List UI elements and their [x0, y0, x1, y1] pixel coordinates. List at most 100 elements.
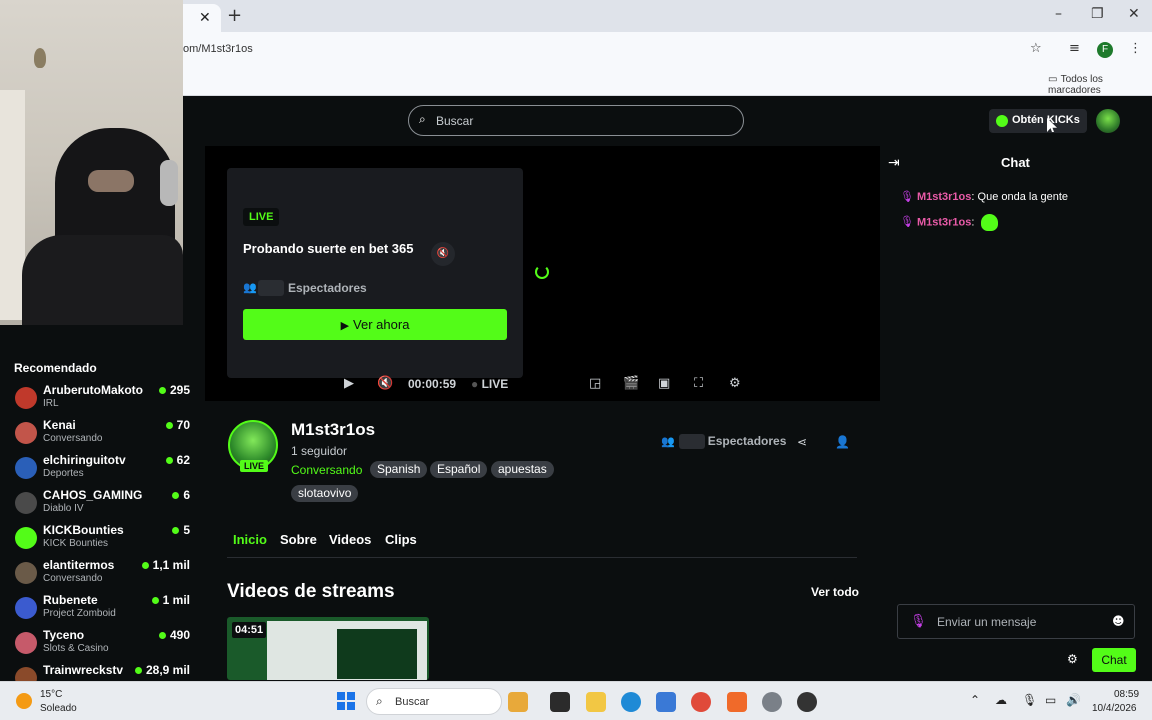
channel-avatar: [15, 387, 37, 409]
widgets-app-icon[interactable]: [508, 692, 528, 712]
watch-now-button[interactable]: ▶ Ver ahora: [243, 309, 507, 340]
tag-spanish[interactable]: Spanish: [370, 461, 428, 478]
weather-temperature[interactable]: 15°C: [40, 689, 62, 700]
collapse-chat-icon[interactable]: ⇥: [888, 155, 900, 171]
channel-avatar: [15, 492, 37, 514]
edge-browser-icon[interactable]: [621, 692, 641, 712]
taskbar-search[interactable]: ⌕ Buscar: [366, 688, 502, 715]
sidebar-channel-item[interactable]: CAHOS_GAMING Diablo IV 6: [0, 486, 200, 521]
tab-clips[interactable]: Clips: [385, 532, 417, 547]
clip-icon[interactable]: 🎬: [623, 376, 639, 391]
channel-name: KICKBounties: [43, 523, 124, 537]
volume-icon[interactable]: 🔊: [1066, 693, 1081, 707]
tray-overflow-icon[interactable]: ⌃: [970, 693, 980, 707]
file-explorer-icon[interactable]: [586, 692, 606, 712]
tag-slotaovivo[interactable]: slotaovivo: [291, 485, 359, 502]
loading-spinner: [535, 265, 549, 279]
live-dot-icon: [158, 632, 166, 639]
channel-avatar: [15, 632, 37, 654]
offline-preview-card: LIVE Probando suerte en bet 365 🔇 👥 Espe…: [227, 168, 523, 378]
site-header: ⌕ Buscar Obtén KICKs: [183, 97, 1152, 145]
mic-badge-icon: 🎙: [900, 190, 914, 203]
task-view-icon[interactable]: [550, 692, 570, 712]
view-all-link[interactable]: Ver todo: [811, 585, 859, 599]
chat-title: Chat: [1001, 155, 1030, 170]
channel-name: Rubenete: [43, 593, 98, 607]
sidebar-channel-item[interactable]: Tyceno Slots & Casino 490: [0, 626, 200, 661]
media-controls-icon[interactable]: ≡: [1069, 41, 1080, 56]
tab-sobre[interactable]: Sobre: [280, 532, 317, 547]
close-tab-icon[interactable]: ✕: [199, 10, 211, 26]
search-placeholder: Buscar: [436, 114, 474, 128]
emoji-picker-icon[interactable]: ☻: [1112, 614, 1125, 628]
sidebar-channel-item[interactable]: elchiringuitotv Deportes 62: [0, 451, 200, 486]
channel-category: Deportes: [43, 468, 84, 479]
channel-name: AruberutoMakoto: [43, 383, 143, 397]
clock-time[interactable]: 08:59: [1114, 689, 1139, 700]
tab-inicio[interactable]: Inicio: [233, 532, 267, 547]
network-icon[interactable]: ▭: [1045, 693, 1056, 707]
close-window-icon[interactable]: ✕: [1128, 6, 1140, 22]
url-field[interactable]: om/M1st3r1os: [183, 43, 253, 55]
store-app-icon[interactable]: [656, 692, 676, 712]
onedrive-icon[interactable]: ☁: [995, 693, 1007, 707]
search-input[interactable]: ⌕ Buscar: [408, 105, 744, 136]
restore-icon[interactable]: ❐: [1091, 6, 1104, 22]
sidebar-channel-item[interactable]: KICKBounties KICK Bounties 5: [0, 521, 200, 556]
weather-sun-icon[interactable]: [16, 693, 32, 709]
play-icon[interactable]: ▶: [344, 376, 354, 391]
sidebar-channel-item[interactable]: AruberutoMakoto IRL 295: [0, 381, 200, 416]
fullscreen-icon[interactable]: ⛶: [694, 376, 703, 391]
tab-videos[interactable]: Videos: [329, 532, 371, 547]
chat-username[interactable]: M1st3r1os: [917, 216, 971, 228]
volume-muted-icon[interactable]: 🔇: [377, 376, 393, 391]
chrome-browser-icon[interactable]: [691, 692, 711, 712]
tag-espanol[interactable]: Español: [430, 461, 488, 478]
videos-section-heading: Videos de streams: [227, 581, 395, 602]
sidebar-channel-item[interactable]: Kenai Conversando 70: [0, 416, 200, 451]
mute-icon[interactable]: 🔇: [431, 242, 455, 266]
minimize-icon[interactable]: –: [1055, 6, 1062, 22]
weather-condition[interactable]: Soleado: [40, 703, 77, 714]
user-avatar[interactable]: [1096, 109, 1120, 133]
settings-gear-icon[interactable]: ⚙: [729, 376, 741, 391]
obs-app-icon[interactable]: [797, 692, 817, 712]
sidebar-channel-item[interactable]: elantitermos Conversando 1,1 mil: [0, 556, 200, 591]
chat-username[interactable]: M1st3r1os: [917, 191, 971, 203]
channel-avatar: [15, 527, 37, 549]
channel-category: Project Zomboid: [43, 608, 116, 619]
chat-send-button[interactable]: Chat: [1092, 648, 1136, 672]
viewer-count: 5: [183, 523, 190, 537]
theater-mode-icon[interactable]: ▣: [658, 376, 670, 391]
follow-user-icon[interactable]: 👤: [835, 435, 850, 449]
microphone-icon[interactable]: 🎙: [1022, 693, 1037, 707]
profile-avatar[interactable]: F: [1097, 42, 1113, 58]
viewer-count: 62: [176, 453, 190, 467]
chat-settings-icon[interactable]: ⚙: [1067, 652, 1078, 666]
webcam-person-face: [88, 170, 134, 192]
bookmark-star-icon[interactable]: ☆: [1030, 41, 1042, 56]
brave-browser-icon[interactable]: [727, 692, 747, 712]
webcam-overlay: [0, 0, 183, 325]
clock-date[interactable]: 10/4/2026: [1092, 703, 1137, 714]
video-player[interactable]: LIVE Probando suerte en bet 365 🔇 👥 Espe…: [205, 146, 880, 401]
get-kicks-button[interactable]: Obtén KICKs: [989, 109, 1087, 133]
chat-message-input[interactable]: 🎙 Enviar un mensaje ☻: [897, 604, 1135, 639]
tabs-divider: [227, 557, 857, 558]
browser-menu-icon[interactable]: ⋮: [1129, 41, 1142, 56]
new-tab-icon[interactable]: +: [227, 5, 242, 26]
sidebar-channel-item[interactable]: Rubenete Project Zomboid 1 mil: [0, 591, 200, 626]
viewer-count: 28,9 mil: [145, 663, 190, 677]
browser-tab[interactable]: ✕: [183, 4, 221, 32]
miniplayer-icon[interactable]: ◲: [589, 376, 601, 391]
share-icon[interactable]: ⋖: [797, 435, 807, 449]
tag-apuestas[interactable]: apuestas: [491, 461, 554, 478]
settings-app-icon[interactable]: [762, 692, 782, 712]
live-badge: LIVE: [243, 208, 280, 226]
video-thumbnail[interactable]: 04:51: [227, 617, 429, 680]
player-live-indicator: ● LIVE: [471, 377, 509, 391]
channel-category[interactable]: Conversando: [291, 463, 362, 477]
channel-category: IRL: [43, 398, 59, 409]
windows-start-icon[interactable]: [337, 692, 355, 710]
all-bookmarks-button[interactable]: ▭ Todos los marcadores: [1048, 74, 1152, 96]
